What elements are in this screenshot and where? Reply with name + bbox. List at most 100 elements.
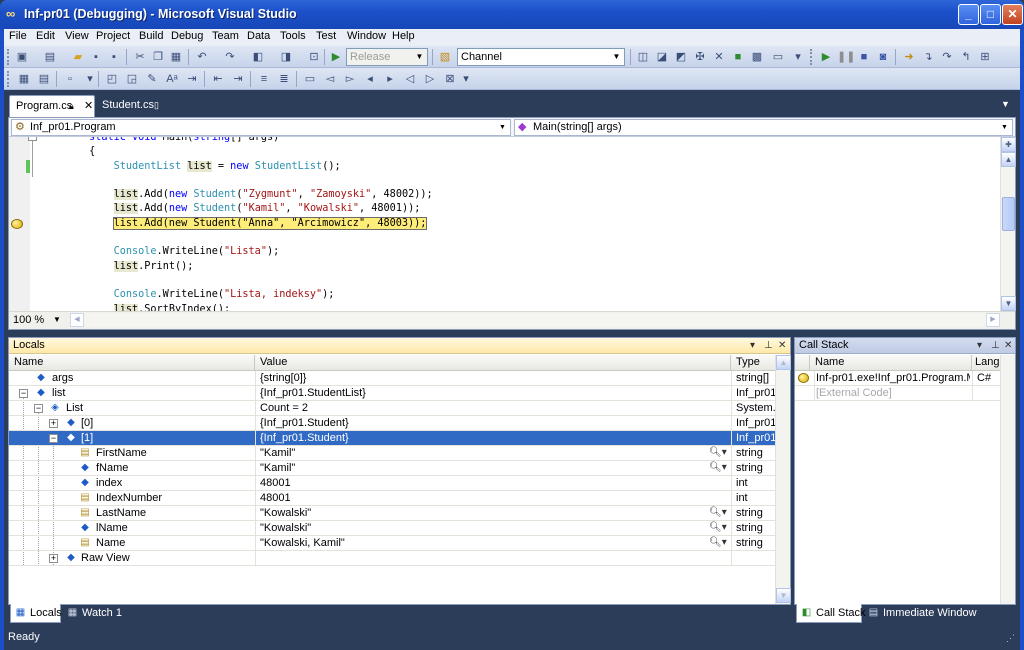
column-name[interactable]: Name	[9, 355, 255, 371]
dropdown-icon[interactable]: ▾	[82, 71, 98, 87]
bookmark-prev-folder-icon[interactable]: ◂	[362, 71, 378, 87]
new-project-icon[interactable]: ▣	[14, 49, 30, 65]
step-over-icon[interactable]: ↷	[939, 49, 955, 65]
tab-student-cs[interactable]: Student.cs ▯	[96, 95, 166, 117]
step-out-icon[interactable]: ↰	[958, 49, 974, 65]
bookmark-prev-doc-icon[interactable]: ◁	[402, 71, 418, 87]
tab-call-stack[interactable]: ◧ Call Stack	[796, 604, 866, 623]
indent-icon[interactable]: ⇥	[184, 71, 200, 87]
menu-build[interactable]: Build	[139, 30, 163, 42]
column-name[interactable]: Name	[810, 355, 972, 371]
local-value[interactable]: 48001	[255, 491, 731, 506]
navigate-forward-icon[interactable]: ◨	[278, 49, 294, 65]
chevron-down-icon[interactable]: ▼	[610, 50, 623, 64]
window-position-icon[interactable]: ▾	[977, 339, 982, 353]
locals-title-bar[interactable]: Locals ▾ ⊥ ✕	[9, 338, 790, 354]
menu-team[interactable]: Team	[212, 30, 239, 42]
tab-watch-1[interactable]: ▦ Watch 1	[63, 604, 129, 623]
pin-icon[interactable]: ⊥	[991, 339, 1000, 353]
window-position-icon[interactable]: ▾	[750, 339, 755, 353]
maximize-button[interactable]: □	[980, 4, 1001, 25]
text-visualizer-icon[interactable]: 🔍︎▾	[709, 536, 727, 550]
tab-program-cs[interactable]: Program.cs 🔒︎ ✕	[9, 95, 95, 117]
scroll-down-icon[interactable]: ▼	[1001, 296, 1016, 311]
locals-row[interactable]: + ◆ Raw View	[9, 551, 775, 566]
layout-icon[interactable]: ▤	[36, 71, 52, 87]
locals-row[interactable]: ▤ IndexNumber 48001 int	[9, 491, 775, 506]
members-combo[interactable]: ◆ Main(string[] args) ▼	[514, 119, 1013, 136]
locals-row[interactable]: ◆ fName "Kamil" 🔍︎▾ string	[9, 461, 775, 476]
toolbar-options-icon[interactable]: ▾	[790, 49, 806, 65]
locals-row[interactable]: ▤ Name "Kowalski, Kamil" 🔍︎▾ string	[9, 536, 775, 551]
solution-configuration-combo[interactable]: Release ▼	[346, 48, 428, 66]
local-value[interactable]: {Inf_pr01.Student}	[255, 431, 731, 446]
continue-icon[interactable]: ▶	[818, 49, 834, 65]
resize-grip-icon[interactable]: ⋰	[1006, 633, 1018, 645]
bookmark-previous-icon[interactable]: ◅	[322, 71, 338, 87]
text-visualizer-icon[interactable]: 🔍︎▾	[709, 506, 727, 520]
scroll-up-icon[interactable]: ▲	[776, 355, 791, 370]
menu-data[interactable]: Data	[247, 30, 270, 42]
menu-help[interactable]: Help	[392, 30, 415, 42]
text-visualizer-icon[interactable]: 🔍︎▾	[709, 461, 727, 475]
locals-row[interactable]: + ◆ [0] {Inf_pr01.Student} Inf_pr01	[9, 416, 775, 431]
menu-edit[interactable]: Edit	[36, 30, 55, 42]
locals-row[interactable]: ▤ LastName "Kowalski" 🔍︎▾ string	[9, 506, 775, 521]
menu-window[interactable]: Window	[347, 30, 386, 42]
locals-vertical-scrollbar[interactable]: ▲ ▼	[775, 355, 791, 604]
expand-icon[interactable]: +	[49, 554, 58, 563]
bookmark-next-doc-icon[interactable]: ▷	[422, 71, 438, 87]
menu-debug[interactable]: Debug	[171, 30, 203, 42]
bookmark-next-folder-icon[interactable]: ▸	[382, 71, 398, 87]
decrease-indent-icon[interactable]: ⇤	[210, 71, 226, 87]
start-debugging-icon[interactable]: ▶	[328, 49, 344, 65]
call-stack-row[interactable]: [External Code]	[795, 386, 1000, 401]
chevron-down-icon[interactable]: ▼	[998, 121, 1011, 135]
locals-row[interactable]: − ◈ List Count = 2 System.	[9, 401, 775, 416]
scroll-left-icon[interactable]: ◀	[70, 313, 84, 327]
minimize-button[interactable]: _	[958, 4, 979, 25]
types-combo[interactable]: ⚙ Inf_pr01.Program ▼	[11, 119, 511, 136]
close-icon[interactable]: ✕	[778, 339, 786, 353]
zoom-level[interactable]: 100 %	[13, 314, 44, 326]
close-tab-icon[interactable]: ✕	[84, 96, 93, 116]
start-page-icon[interactable]: ■	[730, 49, 746, 65]
close-button[interactable]: ✕	[1002, 4, 1023, 25]
bookmark-toggle-icon[interactable]: ▭	[302, 71, 318, 87]
bookmark-next-icon[interactable]: ▻	[342, 71, 358, 87]
open-file-icon[interactable]: ▰	[70, 49, 86, 65]
local-value[interactable]: "Kowalski"	[255, 521, 731, 536]
local-value[interactable]: "Kamil"	[255, 461, 731, 476]
increase-indent-icon[interactable]: ⇥	[230, 71, 246, 87]
collapse-icon[interactable]: −	[34, 404, 43, 413]
expand-icon[interactable]: +	[49, 419, 58, 428]
locals-row[interactable]: ◆ args {string[0]} string[]	[9, 371, 775, 386]
close-icon[interactable]: ✕	[1004, 339, 1012, 353]
menu-project[interactable]: Project	[96, 30, 130, 42]
restart-icon[interactable]: ◙	[875, 49, 891, 65]
locals-row[interactable]: ▤ FirstName "Kamil" 🔍︎▾ string	[9, 446, 775, 461]
call-stack-row[interactable]: Inf-pr01.exe!Inf_pr01.Program.M C#	[795, 371, 1000, 386]
column-language[interactable]: Langu	[972, 355, 1000, 371]
properties-icon[interactable]: ◪	[654, 49, 670, 65]
toolbox-icon[interactable]: ✠	[692, 49, 708, 65]
object-browser-icon[interactable]: ◩	[673, 49, 689, 65]
paste-icon[interactable]: ▦	[168, 49, 184, 65]
scroll-down-icon[interactable]: ▼	[776, 588, 791, 603]
save-icon[interactable]: ▪	[88, 49, 104, 65]
toolbar-options-icon[interactable]: ▾	[458, 71, 474, 87]
uncomment-icon[interactable]: ≣	[276, 71, 292, 87]
solution-explorer-icon[interactable]: ◫	[635, 49, 651, 65]
class-view-icon[interactable]: ▩	[749, 49, 765, 65]
menu-tools[interactable]: Tools	[280, 30, 306, 42]
show-next-statement-icon[interactable]: ➜	[901, 49, 917, 65]
quick-info-icon[interactable]: ◲	[124, 71, 140, 87]
collapse-icon[interactable]: −	[19, 389, 28, 398]
locals-row[interactable]: ◆ index 48001 int	[9, 476, 775, 491]
navigate-backward-icon[interactable]: ◧	[250, 49, 266, 65]
parameter-info-icon[interactable]: ◰	[104, 71, 120, 87]
scroll-up-icon[interactable]: ▲	[1001, 152, 1016, 167]
complete-word-icon[interactable]: ✎	[144, 71, 160, 87]
format-icon[interactable]: ▦	[16, 71, 32, 87]
toolbar-grip[interactable]	[810, 49, 813, 65]
